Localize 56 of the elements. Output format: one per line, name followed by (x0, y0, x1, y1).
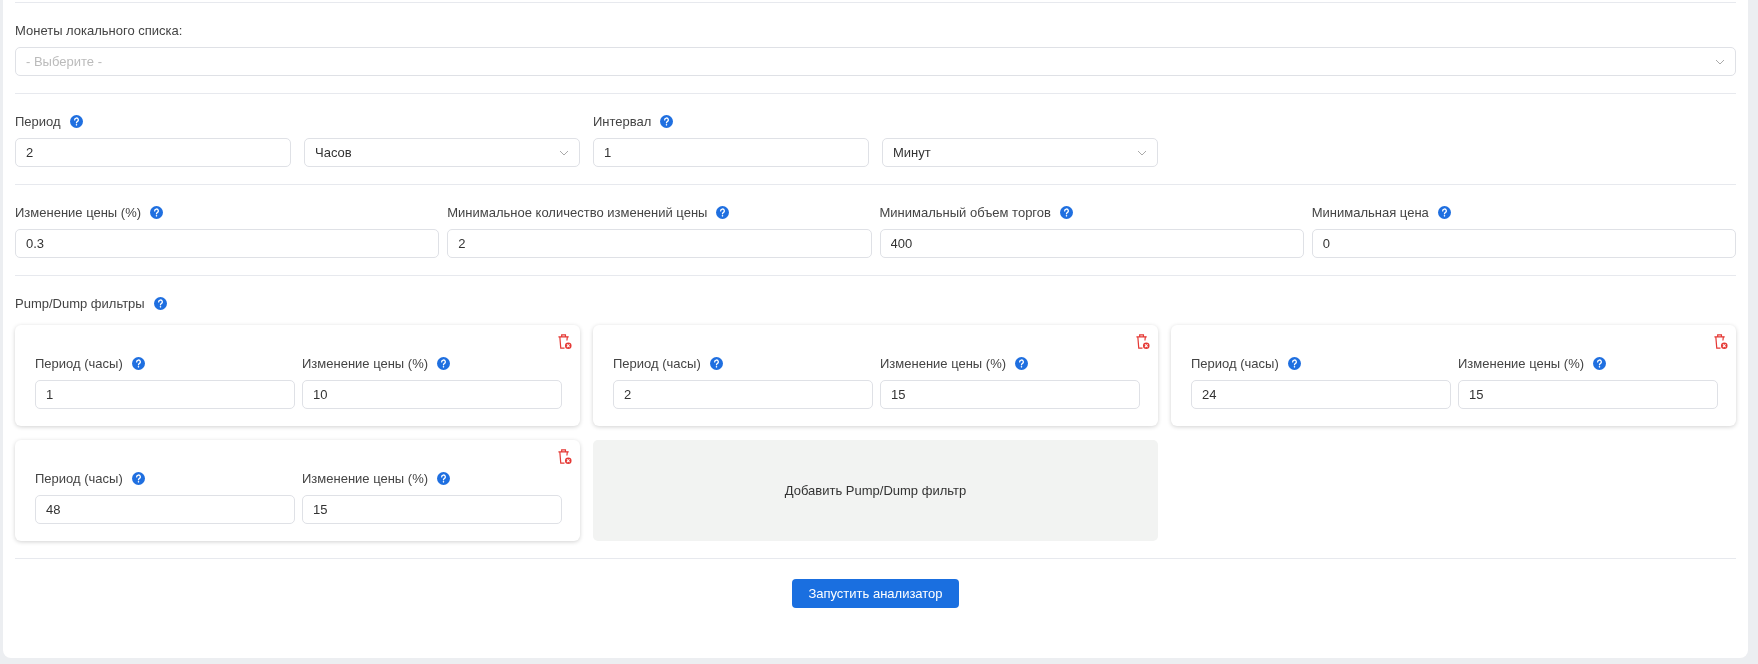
help-icon[interactable] (437, 357, 451, 370)
input-field[interactable]: 2 (447, 229, 872, 258)
select-field[interactable]: Часов (304, 138, 580, 167)
run-analyzer-button[interactable]: Запустить анализатор (792, 579, 959, 608)
input-field[interactable]: 15 (302, 495, 562, 524)
help-icon[interactable] (153, 297, 167, 310)
help-icon[interactable] (1287, 357, 1301, 370)
field-label: Период (часы) (1191, 356, 1279, 371)
help-icon[interactable] (716, 206, 730, 219)
field-label: Изменение цены (%) (880, 356, 1007, 371)
field-label: Период (15, 114, 61, 129)
input-field[interactable]: 15 (1458, 380, 1718, 409)
field-label: Изменение цены (%) (1458, 356, 1585, 371)
input-field[interactable]: 0.3 (15, 229, 440, 258)
chevron-down-icon (1715, 58, 1725, 65)
field-label: Минимальное количество изменений цены (447, 205, 708, 220)
chevron-down-icon (559, 149, 569, 156)
input-field[interactable]: 10 (302, 380, 562, 409)
field-label: Изменение цены (%) (15, 205, 142, 220)
field-label: Pump/Dump фильтры (15, 296, 145, 311)
input-field[interactable]: 15 (880, 380, 1140, 409)
input-field[interactable]: 2 (15, 138, 291, 167)
field-label: Изменение цены (%) (302, 356, 429, 371)
field-label: Период (часы) (613, 356, 701, 371)
field-label: Минимальный объем торгов (879, 205, 1051, 220)
help-icon[interactable] (437, 472, 451, 485)
delete-icon[interactable] (1713, 333, 1728, 350)
field-label: Период (часы) (35, 471, 123, 486)
chevron-down-icon (1137, 149, 1147, 156)
help-icon[interactable] (131, 357, 145, 370)
input-field[interactable]: 24 (1191, 380, 1451, 409)
help-icon[interactable] (131, 472, 145, 485)
field-label: Период (часы) (35, 356, 123, 371)
help-icon[interactable] (709, 357, 723, 370)
help-icon[interactable] (1593, 357, 1607, 370)
add-filter-button[interactable]: Добавить Pump/Dump фильтр (593, 440, 1158, 541)
input-field[interactable]: 1 (593, 138, 869, 167)
input-field[interactable]: 0 (1311, 229, 1736, 258)
field-label: Изменение цены (%) (302, 471, 429, 486)
delete-icon[interactable] (1135, 333, 1150, 350)
help-icon[interactable] (1437, 206, 1451, 219)
field-label: Монеты локального списка: (15, 23, 183, 38)
select-field[interactable]: Минут (882, 138, 1158, 167)
input-field[interactable]: 1 (35, 380, 295, 409)
input-field[interactable]: 48 (35, 495, 295, 524)
help-icon[interactable] (1015, 357, 1029, 370)
help-icon[interactable] (150, 206, 164, 219)
delete-icon[interactable] (557, 333, 572, 350)
input-field[interactable]: 400 (879, 229, 1304, 258)
input-field[interactable]: 2 (613, 380, 873, 409)
field-label: Минимальная цена (1311, 205, 1429, 220)
delete-icon[interactable] (557, 448, 572, 465)
field-label: Интервал (593, 114, 652, 129)
help-icon[interactable] (69, 115, 83, 128)
help-icon[interactable] (1059, 206, 1073, 219)
help-icon[interactable] (660, 115, 674, 128)
